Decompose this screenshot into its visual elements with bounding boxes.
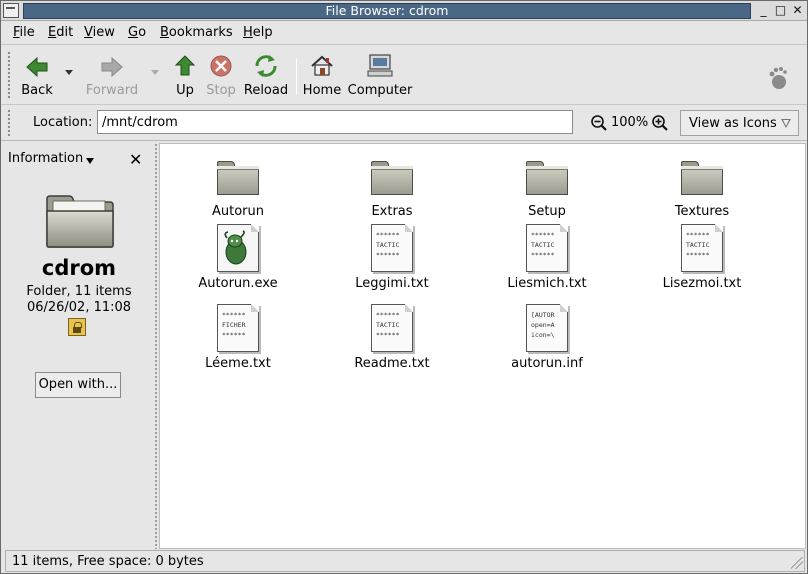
file-item[interactable]: Autorun.exe bbox=[163, 224, 313, 291]
zoom-in-button[interactable] bbox=[651, 114, 669, 136]
menu-bar: File Edit View Go Bookmarks Help bbox=[1, 21, 807, 45]
location-bar-grip[interactable] bbox=[7, 109, 11, 137]
text-file-icon: ****** FICHER ****** bbox=[213, 304, 263, 354]
back-arrow-icon bbox=[17, 49, 57, 83]
location-bar: Location: 100% View as Icons bbox=[1, 105, 807, 141]
up-button[interactable]: Up bbox=[169, 49, 201, 101]
file-item[interactable]: ****** FICHER ****** Léeme.txt bbox=[163, 304, 313, 371]
reload-icon bbox=[243, 49, 289, 83]
text-file-icon: ****** TACTIC ****** bbox=[367, 224, 417, 274]
reload-button[interactable]: Reload bbox=[243, 49, 289, 101]
zoom-level[interactable]: 100% bbox=[611, 115, 648, 130]
stop-icon bbox=[203, 49, 239, 83]
file-item[interactable]: Setup bbox=[472, 152, 622, 219]
resize-grip-icon[interactable] bbox=[791, 557, 803, 569]
menu-go[interactable]: Go bbox=[128, 25, 146, 40]
file-name: Liesmich.txt bbox=[507, 276, 587, 291]
file-item[interactable]: ****** TACTIC ****** Leggimi.txt bbox=[317, 224, 467, 291]
text-file-icon: ****** TACTIC ****** bbox=[522, 224, 572, 274]
folder-icon bbox=[522, 152, 572, 202]
file-name: Readme.txt bbox=[354, 356, 430, 371]
text-file-icon: [AUTOR open=A icon=\ bbox=[522, 304, 572, 354]
file-item[interactable]: ****** TACTIC ****** Readme.txt bbox=[317, 304, 467, 371]
information-sidepane: Information ✕ cdrom Folder, 11 items 06/… bbox=[5, 143, 153, 549]
stop-button[interactable]: Stop bbox=[203, 49, 239, 101]
back-button[interactable]: Back bbox=[17, 49, 57, 101]
folder-icon bbox=[213, 152, 263, 202]
maximize-button[interactable]: □ bbox=[773, 4, 788, 18]
chevron-down-icon bbox=[781, 119, 791, 128]
sidepane-close-icon[interactable]: ✕ bbox=[129, 150, 142, 169]
forward-button[interactable]: Forward bbox=[81, 49, 143, 101]
pane-splitter[interactable] bbox=[154, 143, 158, 549]
computer-icon bbox=[347, 49, 413, 83]
window-title: File Browser: cdrom bbox=[23, 3, 751, 19]
file-name: Autorun.exe bbox=[198, 276, 278, 291]
window-menu-icon[interactable] bbox=[3, 3, 19, 18]
forward-arrow-icon bbox=[81, 49, 143, 83]
file-name: Lisezmoi.txt bbox=[662, 276, 742, 291]
gnu-executable-icon bbox=[213, 224, 263, 274]
lock-icon bbox=[68, 318, 86, 336]
forward-history-dropdown[interactable] bbox=[151, 70, 159, 75]
view-as-select[interactable]: View as Icons bbox=[680, 110, 799, 136]
file-item[interactable]: Extras bbox=[317, 152, 467, 219]
title-bar[interactable]: File Browser: cdrom _ □ ✕ bbox=[1, 1, 807, 21]
file-item[interactable]: Textures bbox=[627, 152, 777, 219]
menu-edit[interactable]: Edit bbox=[48, 25, 73, 40]
file-item[interactable]: ****** TACTIC ****** Lisezmoi.txt bbox=[627, 224, 777, 291]
icon-view[interactable]: Autorun Extras Setup Textures Autorun.ex… bbox=[159, 143, 806, 549]
sidepane-dropdown-arrow-icon[interactable] bbox=[86, 158, 94, 164]
home-button[interactable]: Home bbox=[301, 49, 343, 101]
file-item[interactable]: ****** TACTIC ****** Liesmich.txt bbox=[472, 224, 622, 291]
minimize-button[interactable]: _ bbox=[756, 4, 771, 18]
file-browser-window: File Browser: cdrom _ □ ✕ File Edit View… bbox=[0, 0, 808, 574]
folder-kind: Folder, 11 items bbox=[26, 284, 132, 299]
home-icon bbox=[301, 49, 343, 83]
sidepane-header: Information ✕ bbox=[5, 147, 153, 171]
file-name: Textures bbox=[674, 204, 730, 219]
menu-view[interactable]: View bbox=[84, 25, 115, 40]
file-name: Setup bbox=[528, 204, 566, 219]
gnome-foot-icon bbox=[765, 65, 791, 91]
file-name: autorun.inf bbox=[511, 356, 583, 371]
text-file-icon: ****** TACTIC ****** bbox=[677, 224, 727, 274]
file-name: Léeme.txt bbox=[205, 356, 271, 371]
folder-icon bbox=[677, 152, 727, 202]
status-text: 11 items, Free space: 0 bytes bbox=[12, 554, 204, 569]
menu-file[interactable]: File bbox=[13, 25, 35, 40]
toolbar-separator bbox=[296, 59, 297, 95]
toolbar: Back Forward Up Stop Reload Home Compute… bbox=[1, 45, 807, 105]
open-with-button[interactable]: Open with... bbox=[35, 372, 121, 398]
file-item[interactable]: Autorun bbox=[163, 152, 313, 219]
sidepane-title[interactable]: Information bbox=[8, 151, 83, 166]
back-history-dropdown[interactable] bbox=[65, 70, 73, 75]
location-input[interactable] bbox=[97, 110, 573, 134]
folder-modified-date: 06/26/02, 11:08 bbox=[26, 300, 132, 315]
file-name: Extras bbox=[371, 204, 413, 219]
toolbar-grip[interactable] bbox=[7, 51, 11, 99]
close-button[interactable]: ✕ bbox=[790, 4, 805, 18]
text-file-icon: ****** TACTIC ****** bbox=[367, 304, 417, 354]
selected-folder-name: cdrom bbox=[41, 256, 117, 280]
zoom-in-icon bbox=[652, 115, 668, 131]
file-name: Autorun bbox=[211, 204, 264, 219]
zoom-out-button[interactable] bbox=[590, 114, 608, 136]
menu-help[interactable]: Help bbox=[243, 25, 273, 40]
large-folder-icon bbox=[45, 193, 115, 249]
file-item[interactable]: [AUTOR open=A icon=\ autorun.inf bbox=[472, 304, 622, 371]
zoom-out-icon bbox=[591, 115, 607, 131]
menu-bookmarks[interactable]: Bookmarks bbox=[160, 25, 233, 40]
folder-icon bbox=[367, 152, 417, 202]
location-label: Location: bbox=[33, 115, 93, 130]
file-name: Leggimi.txt bbox=[355, 276, 429, 291]
up-arrow-icon bbox=[169, 49, 201, 83]
status-bar: 11 items, Free space: 0 bytes bbox=[5, 550, 805, 572]
computer-button[interactable]: Computer bbox=[347, 49, 413, 101]
